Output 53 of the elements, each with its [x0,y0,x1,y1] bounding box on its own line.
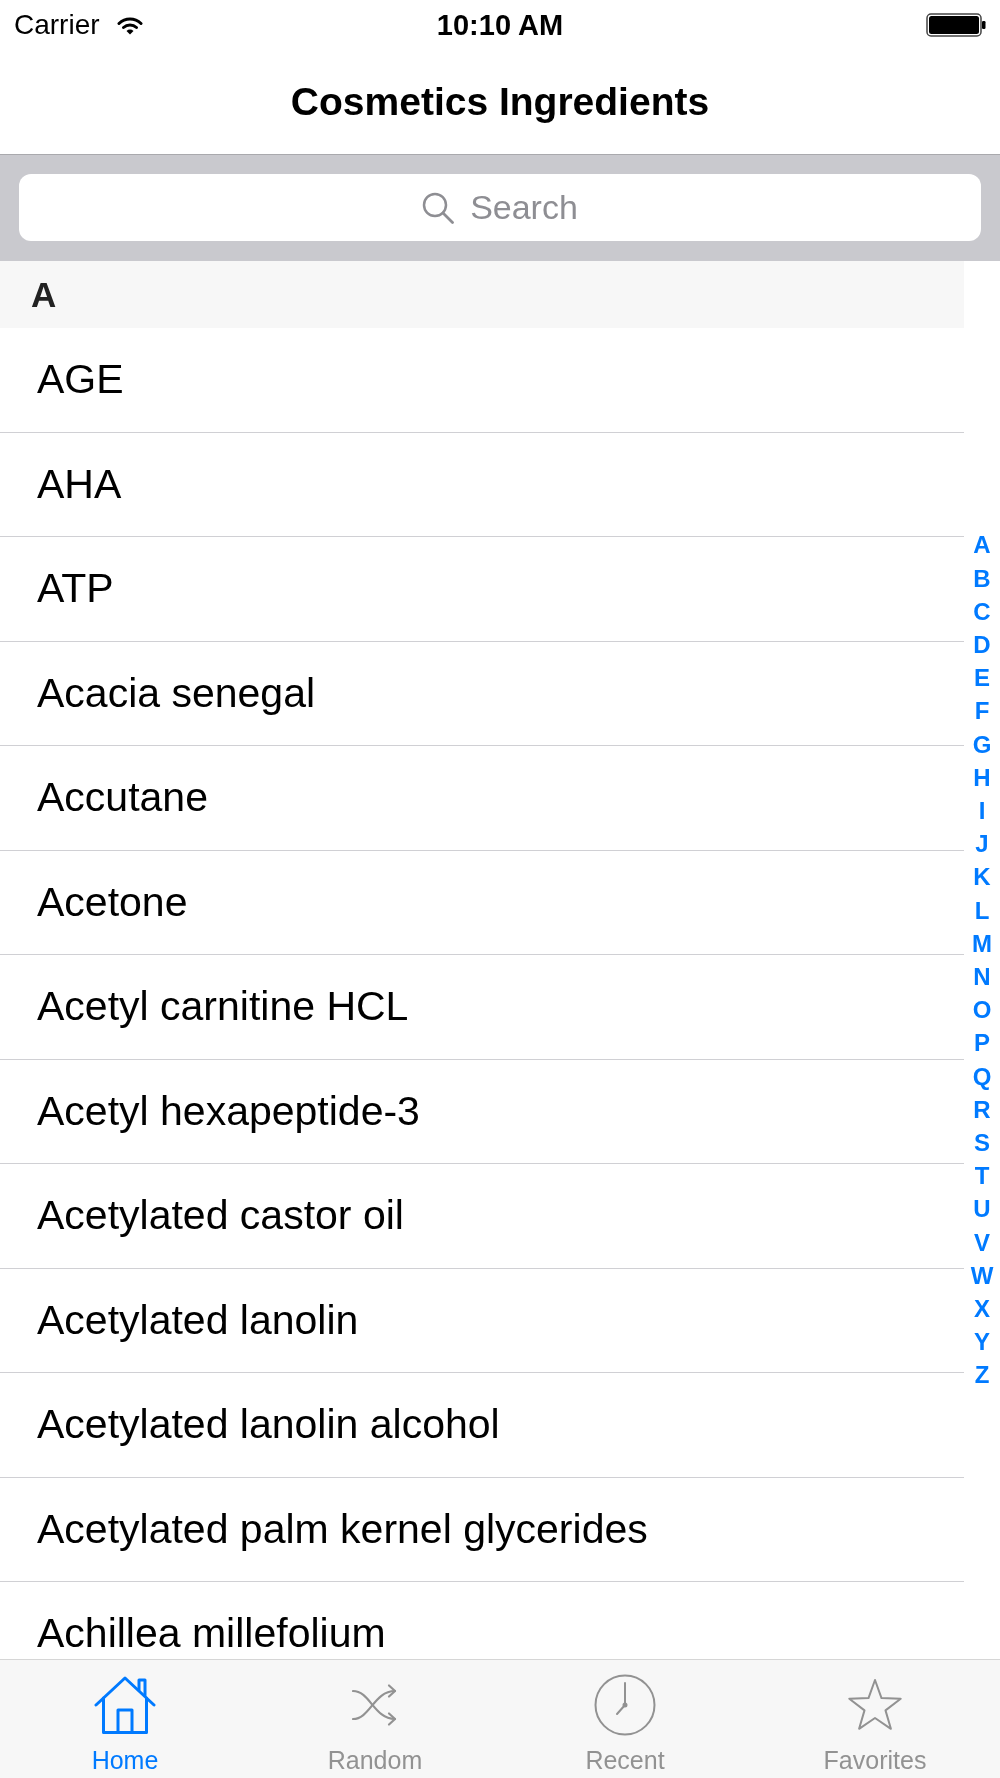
index-letter[interactable]: R [973,1092,991,1126]
list-item[interactable]: Acetylated lanolin [0,1268,964,1373]
home-icon [94,1675,156,1735]
index-letter[interactable]: G [972,727,992,761]
index-letter[interactable]: C [973,594,991,628]
battery-icon [926,13,986,37]
list-item[interactable]: Acetyl hexapeptide-3 [0,1059,964,1164]
list-item[interactable]: Acetylated lanolin alcohol [0,1373,964,1478]
list-item[interactable]: Acetyl carnitine HCL [0,955,964,1060]
index-letter[interactable]: B [973,561,991,595]
index-letter[interactable]: E [974,661,990,695]
index-letter[interactable]: I [978,794,986,828]
index-letter[interactable]: M [972,926,992,960]
list-item[interactable]: Acetylated palm kernel glycerides [0,1477,964,1582]
clock-icon [594,1674,656,1736]
list-item[interactable]: AHA [0,432,964,537]
index-letter[interactable]: T [974,1159,990,1193]
index-letter[interactable]: N [973,960,991,994]
list-item[interactable]: ATP [0,537,964,642]
tab-button[interactable]: Random [250,1660,500,1778]
nav-title: Cosmetics Ingredients [290,80,710,124]
status-time: 10:10 AM [436,8,564,42]
index-letter[interactable]: A [973,528,991,562]
search-icon [422,192,454,224]
section-header: A [0,261,964,328]
search-field[interactable]: Search [19,174,981,241]
star-icon [847,1678,903,1732]
tab-button[interactable]: Home [0,1660,250,1778]
wifi-icon [116,15,143,35]
index-letter[interactable]: Y [974,1325,990,1359]
index-letter[interactable]: Z [974,1358,990,1392]
index-letter[interactable]: W [970,1258,994,1293]
list-item[interactable]: Accutane [0,746,964,851]
list-item[interactable]: Acacia senegal [0,641,964,746]
index-letter[interactable]: X [974,1292,990,1326]
index-letter[interactable]: D [973,627,991,662]
list-item[interactable]: Acetone [0,850,964,955]
list-item[interactable]: AGE [0,328,964,433]
index-letter[interactable]: P [974,1026,990,1060]
list-item[interactable]: Acetylated castor oil [0,1164,964,1269]
index-letter[interactable]: L [974,893,990,927]
carrier-name: Carrier [14,9,100,41]
index-letter[interactable]: V [974,1225,990,1259]
index-letter[interactable]: U [973,1192,991,1226]
tab-button[interactable]: Favorites [750,1660,1000,1778]
index-letter[interactable]: F [974,694,990,728]
index-letter[interactable]: S [974,1126,990,1160]
tab-button[interactable]: Recent [500,1660,750,1778]
index-letter[interactable]: J [975,827,989,861]
index-letter[interactable]: K [973,860,991,894]
index-letter[interactable]: Q [972,1059,992,1093]
index-letter[interactable]: O [972,993,992,1027]
index-letter[interactable]: H [973,760,991,794]
